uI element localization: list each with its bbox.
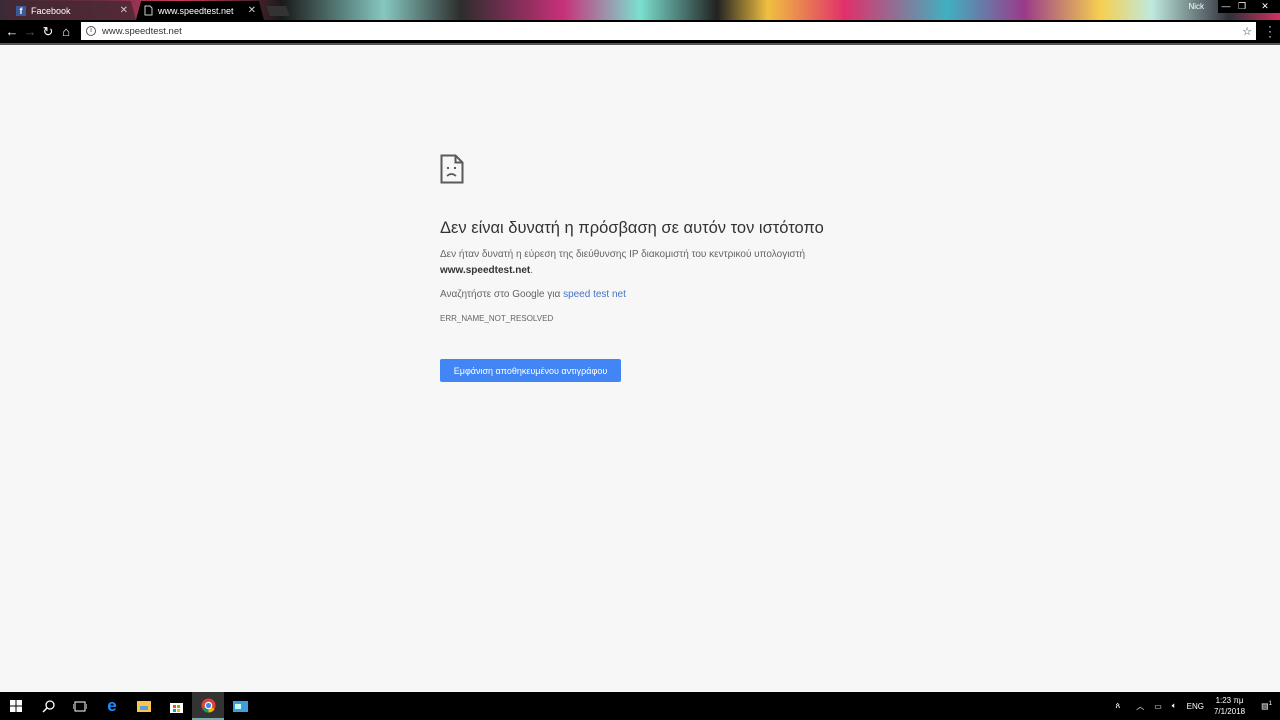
forward-icon[interactable]: → [21,23,39,41]
edge-icon[interactable]: e [96,692,128,720]
description-text: Δεν ήταν δυνατή η εύρεση της διεύθυνσης … [440,249,806,260]
volume-icon[interactable]: 🔈︎ [1172,701,1177,711]
people-icon[interactable]: ጰ [1115,701,1120,711]
show-cached-copy-button[interactable]: Εμφάνιση αποθηκευμένου αντιγράφου [440,359,621,382]
host-suffix: . [530,265,533,276]
page-icon [144,5,153,16]
home-icon[interactable]: ⌂ [57,23,75,41]
app-window-icon[interactable] [224,692,256,720]
close-window-icon[interactable]: ✕ [1250,0,1280,13]
facebook-icon: f [16,5,26,16]
title-bar: f Facebook ✕ www.speedtest.net ✕ Nick — … [0,0,1280,20]
language-indicator[interactable]: ENG [1187,702,1204,711]
search-suggestion: Αναζητήστε στο Google για speed test net [440,289,840,300]
minimize-icon[interactable]: — [1218,0,1234,13]
network-icon[interactable]: ▭ [1154,702,1162,711]
search-icon[interactable] [32,692,64,720]
system-tray: ጰ ︿ ▭ 🔈︎ ENG 1:23 πμ 7/1/2018 ▤1 [1115,692,1280,720]
show-hidden-icons-icon[interactable]: ︿ [1136,701,1144,712]
toolbar-divider [0,43,1280,45]
file-explorer-icon[interactable] [128,692,160,720]
error-title: Δεν είναι δυνατή η πρόσβαση σε αυτόν τον… [440,219,824,237]
window-controls: — ❐ ✕ [1218,0,1280,13]
close-tab-icon[interactable]: ✕ [248,5,256,16]
store-icon[interactable] [160,692,192,720]
host-name: www.speedtest.net [440,265,531,276]
search-link[interactable]: speed test net [563,289,626,300]
profile-name[interactable]: Nick [1188,2,1204,11]
windows-start-icon[interactable] [0,692,32,720]
new-tab-button[interactable] [266,6,290,16]
error-code: ERR_NAME_NOT_RESOLVED [440,314,554,323]
info-icon[interactable]: i [86,26,96,36]
sad-page-icon [440,154,464,184]
address-bar[interactable]: i www.speedtest.net ☆ [81,22,1256,40]
restore-icon[interactable]: ❐ [1234,0,1250,13]
back-icon[interactable]: ← [3,23,21,41]
task-view-icon[interactable] [64,692,96,720]
reload-icon[interactable]: ↻ [39,23,57,41]
url-text: www.speedtest.net [102,25,182,37]
tab-speedtest[interactable]: www.speedtest.net ✕ [136,1,264,20]
tab-label: Facebook [31,5,71,16]
tab-label: www.speedtest.net [158,5,234,16]
taskbar: e ጰ ︿ ▭ 🔈︎ ENG 1:23 πμ 7/1/2018 ▤1 [0,692,1280,720]
error-content: Δεν είναι δυνατή η πρόσβαση σε αυτόν τον… [440,154,840,382]
notification-count: 1 [1268,701,1272,708]
clock[interactable]: 1:23 πμ 7/1/2018 [1214,695,1245,717]
error-description: Δεν ήταν δυνατή η εύρεση της διεύθυνσης … [440,247,840,279]
tab-facebook[interactable]: f Facebook ✕ [8,1,136,20]
time: 1:23 πμ [1215,696,1244,705]
date: 7/1/2018 [1213,707,1246,716]
bookmark-star-icon[interactable]: ☆ [1242,25,1252,38]
chrome-icon[interactable] [192,692,224,720]
menu-icon[interactable]: · · · [1268,20,1272,42]
action-center-icon[interactable]: ▤1 [1261,701,1272,711]
search-prefix: Αναζητήστε στο Google για [440,289,564,300]
close-tab-icon[interactable]: ✕ [120,5,128,16]
